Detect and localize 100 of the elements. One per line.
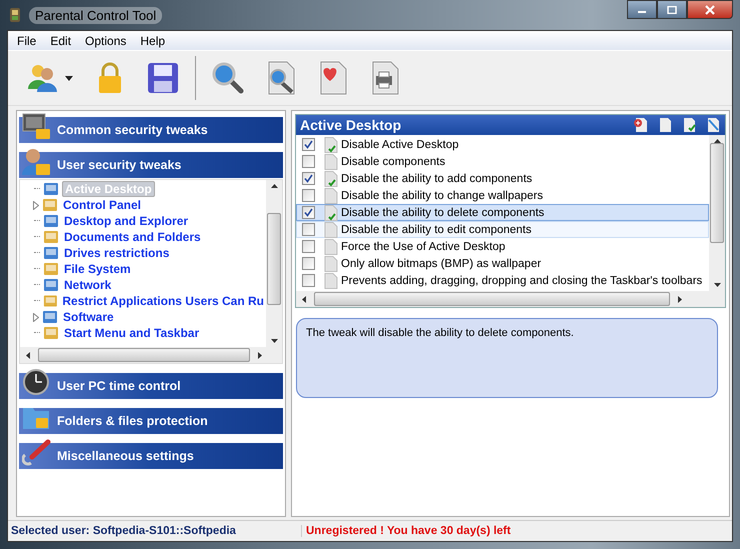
vertical-scrollbar[interactable] (266, 180, 282, 347)
tweak-row[interactable]: Disable the ability to edit components (296, 221, 709, 238)
scroll-right-icon (258, 352, 262, 358)
category-icon (42, 309, 58, 325)
tree-item[interactable]: Network (62, 278, 114, 292)
tweak-label: Prevents adding, dragging, dropping and closing the Taskbar's toolbars (341, 274, 702, 286)
checkbox[interactable] (302, 189, 315, 202)
tweak-row[interactable]: Prevents adding, dragging, dropping and closing the Taskbar's toolbars (296, 272, 709, 289)
tweak-label: Disable Active Desktop (341, 138, 459, 150)
document-icon (324, 154, 338, 170)
add-document-icon[interactable] (633, 117, 649, 133)
category-icon (43, 213, 59, 229)
tweak-row[interactable]: Disable Active Desktop (296, 136, 709, 153)
menu-item[interactable]: Help (133, 34, 172, 48)
tweak-row[interactable]: Force the Use of Active Desktop (296, 238, 709, 255)
tweak-row[interactable]: Disable the ability to add components (296, 170, 709, 187)
tweak-label: Only allow bitmaps (BMP) as wallpaper (341, 258, 542, 270)
expand-icon[interactable] (33, 312, 39, 322)
tweak-label: Disable the ability to add components (341, 172, 532, 184)
document-icon[interactable] (657, 117, 673, 133)
scroll-up-icon (270, 184, 278, 188)
maximize-button[interactable] (657, 0, 687, 19)
section-title: User PC time control (57, 379, 181, 393)
close-icon (704, 4, 716, 14)
category-icon (43, 277, 59, 293)
menu-item[interactable]: Edit (43, 34, 78, 48)
tweak-label: Force the Use of Active Desktop (341, 240, 506, 252)
checkbox[interactable] (302, 274, 315, 287)
category-icon (43, 261, 59, 277)
category-icon (43, 229, 59, 245)
checkbox[interactable] (302, 240, 315, 253)
tweak-label: Disable components (341, 156, 446, 168)
category-icon (43, 325, 59, 341)
checkbox[interactable] (302, 155, 315, 168)
search-icon (212, 62, 244, 94)
document-search-icon (266, 61, 296, 95)
tree-item[interactable]: Desktop and Explorer (62, 214, 190, 228)
document-icon (324, 188, 338, 204)
tweak-row[interactable]: Disable the ability to delete components (296, 204, 709, 221)
category-icon (42, 293, 58, 309)
document-icon (324, 256, 338, 272)
category-icon (43, 245, 59, 261)
document-heart-icon (318, 61, 348, 95)
section-title: Common security tweaks (57, 123, 208, 137)
clock-icon (22, 369, 52, 397)
tree-item[interactable]: Documents and Folders (62, 230, 203, 244)
tree-item[interactable]: Restrict Applications Users Can Ru (60, 294, 266, 308)
document-edit-icon[interactable] (705, 117, 721, 133)
scroll-left-icon (302, 296, 306, 302)
scroll-right-icon (678, 296, 682, 302)
document-icon (324, 238, 338, 254)
section-header[interactable]: User security tweaks (19, 152, 283, 178)
scroll-down-icon (714, 283, 720, 287)
vertical-scrollbar[interactable] (709, 135, 725, 291)
document-check-icon (324, 136, 338, 152)
horizontal-scrollbar[interactable] (20, 347, 282, 363)
scroll-left-icon (26, 352, 30, 358)
document-check-icon[interactable] (681, 117, 697, 133)
menu-item[interactable]: Options (78, 34, 134, 48)
status-registration: Unregistered ! You have 30 day(s) left (305, 525, 511, 537)
category-icon (43, 181, 59, 197)
scroll-down-icon (270, 339, 278, 343)
tweak-label: Disable the ability to change wallpapers (341, 190, 544, 202)
checkbox[interactable] (302, 172, 315, 185)
tree-item[interactable]: Control Panel (61, 198, 144, 212)
section-title: Miscellaneous settings (57, 449, 194, 463)
tweak-label: Disable the ability to delete components (341, 206, 544, 218)
panel-title: Active Desktop (300, 117, 402, 133)
tree-item[interactable]: Software (61, 310, 116, 324)
tree-item[interactable]: Drives restrictions (62, 246, 172, 260)
checkbox[interactable] (302, 223, 315, 236)
printer-icon (370, 61, 400, 95)
section-title: User security tweaks (57, 158, 182, 172)
caret-icon (65, 76, 73, 80)
menu-item[interactable]: File (10, 34, 44, 48)
tweak-row[interactable]: Only allow bitmaps (BMP) as wallpaper (296, 255, 709, 272)
minimize-button[interactable] (627, 0, 657, 19)
document-check-icon (324, 170, 338, 186)
tweak-row[interactable]: Disable components (296, 153, 709, 170)
horizontal-scrollbar[interactable] (296, 291, 725, 307)
checkbox[interactable] (302, 138, 315, 151)
monitor-padlock-icon (22, 113, 52, 141)
expand-icon[interactable] (33, 200, 39, 210)
document-icon (324, 222, 338, 238)
tweak-row[interactable]: Disable the ability to change wallpapers (296, 187, 709, 204)
tree-item[interactable]: Start Menu and Taskbar (62, 326, 202, 340)
checkbox[interactable] (302, 257, 315, 270)
maximize-icon (667, 6, 677, 14)
tree-item[interactable]: File System (62, 262, 133, 276)
category-icon (42, 197, 58, 213)
section-title: Folders & files protection (57, 414, 208, 428)
close-button[interactable] (687, 0, 733, 19)
app-icon (9, 7, 21, 23)
tweak-label: Disable the ability to edit components (341, 224, 532, 236)
wrench-screwdriver-icon (22, 439, 52, 467)
document-check-icon (324, 204, 338, 220)
section-header[interactable]: Folders & files protection (19, 408, 283, 434)
checkbox[interactable] (302, 206, 315, 219)
status-selected-user: Selected user: Softpedia-S101::Softpedia (8, 525, 302, 537)
window-title: Parental Control Tool (29, 6, 162, 24)
